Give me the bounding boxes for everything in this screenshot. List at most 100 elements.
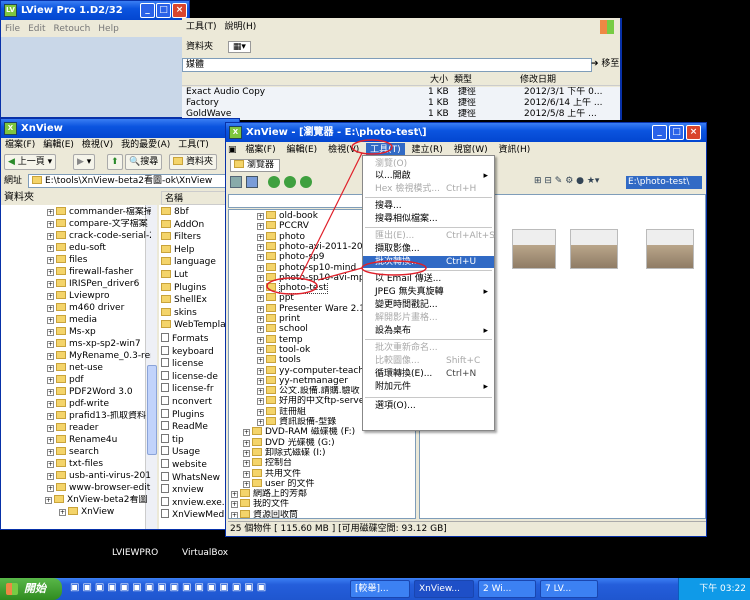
tree-item[interactable]: + txt-files: [47, 459, 151, 470]
expand-toggle[interactable]: +: [47, 413, 54, 420]
expand-toggle[interactable]: +: [47, 449, 54, 456]
menu-help[interactable]: Help: [94, 22, 123, 36]
menu-retouch[interactable]: Retouch: [50, 22, 95, 36]
expand-toggle[interactable]: +: [257, 295, 264, 303]
expand-toggle[interactable]: +: [47, 269, 54, 276]
expand-toggle[interactable]: +: [47, 317, 54, 324]
menu-file[interactable]: 檔案(F): [241, 143, 279, 157]
tree-item[interactable]: + www-browser-edit: [47, 483, 151, 494]
move-button[interactable]: ➔ 移至: [588, 57, 620, 73]
explorer-address-bar[interactable]: 媒體: [182, 58, 592, 72]
expand-toggle[interactable]: +: [257, 305, 264, 313]
expand-toggle[interactable]: +: [257, 398, 264, 406]
folders-button[interactable]: 資料夾: [182, 38, 217, 56]
expand-toggle[interactable]: +: [47, 461, 54, 468]
close-button[interactable]: ×: [172, 3, 187, 18]
menu-view[interactable]: 檢視(V): [324, 143, 363, 157]
expand-toggle[interactable]: +: [243, 470, 250, 478]
expand-toggle[interactable]: +: [47, 485, 54, 492]
expand-toggle[interactable]: +: [243, 439, 250, 447]
size-column[interactable]: 大小: [430, 74, 448, 86]
menu-edit[interactable]: 編輯(E): [282, 143, 321, 157]
expand-toggle[interactable]: +: [257, 213, 264, 220]
view-icon[interactable]: ▦▾: [227, 41, 251, 53]
minimize-button[interactable]: _: [652, 125, 667, 140]
expand-toggle[interactable]: +: [47, 341, 54, 348]
expand-toggle[interactable]: +: [45, 497, 52, 504]
taskbar-button[interactable]: 7 LV...: [540, 580, 598, 598]
menu-favorites[interactable]: 我的最愛(A): [117, 138, 174, 152]
xnview-back-title-bar[interactable]: X XnView: [1, 119, 239, 138]
expand-toggle[interactable]: +: [257, 346, 264, 354]
expand-toggle[interactable]: +: [257, 223, 264, 231]
menu-item[interactable]: 搜尋相似檔案...: [363, 213, 494, 225]
expand-toggle[interactable]: +: [243, 449, 250, 457]
list-item[interactable]: GoldWave 1 KB 捷徑 2012/5/8 上午 ...: [186, 109, 620, 120]
menu-tools[interactable]: 工具(T): [182, 20, 221, 34]
type-column[interactable]: 類型: [454, 74, 472, 86]
up-icon[interactable]: [300, 176, 312, 188]
menu-item[interactable]: 變更時間戳記...: [363, 299, 494, 311]
refresh-icon[interactable]: [268, 176, 280, 188]
expand-toggle[interactable]: +: [243, 480, 250, 488]
back-icon[interactable]: [284, 176, 296, 188]
menu-item[interactable]: 搜尋...: [363, 200, 494, 212]
expand-toggle[interactable]: +: [231, 501, 238, 509]
thumbnail[interactable]: [512, 229, 556, 269]
slideshow-icon[interactable]: [246, 176, 258, 188]
tree-item[interactable]: + ms-xp-sp2-win7: [47, 339, 151, 350]
tree-item[interactable]: + XnView-beta2看圖: [45, 495, 149, 506]
tree-item[interactable]: + reader: [47, 423, 151, 434]
expand-toggle[interactable]: +: [47, 377, 54, 384]
clock[interactable]: 下午 03:22: [699, 584, 746, 594]
forward-button[interactable]: ▶ ▾: [73, 154, 96, 170]
maximize-button[interactable]: □: [156, 3, 171, 18]
expand-toggle[interactable]: +: [257, 254, 264, 262]
expand-toggle[interactable]: +: [257, 243, 264, 251]
expand-toggle[interactable]: +: [257, 233, 264, 241]
tree-item[interactable]: + PDF2Word 3.0: [47, 387, 151, 398]
taskbar-button[interactable]: XnView...: [414, 580, 474, 598]
expand-toggle[interactable]: +: [47, 437, 54, 444]
expand-toggle[interactable]: +: [257, 408, 264, 416]
tree-item[interactable]: + 資源回收筒: [231, 509, 415, 518]
expand-toggle[interactable]: +: [47, 245, 54, 252]
expand-toggle[interactable]: +: [47, 365, 54, 372]
expand-toggle[interactable]: +: [47, 257, 54, 264]
desktop-icon-virtualbox[interactable]: VirtualBox: [182, 548, 228, 558]
expand-toggle[interactable]: +: [257, 285, 264, 293]
up-folder-button[interactable]: ⬆: [107, 154, 123, 170]
tree-item[interactable]: + Rename4u: [47, 435, 151, 446]
tree-item[interactable]: + compare-文字檔案: [47, 219, 151, 230]
expand-toggle[interactable]: +: [243, 460, 250, 468]
taskbar-button[interactable]: [較舉]...: [350, 580, 410, 598]
tree-item[interactable]: + Lviewpro: [47, 291, 151, 302]
expand-toggle[interactable]: +: [47, 209, 54, 216]
tree-item[interactable]: + MyRename_0.3-ren: [47, 351, 151, 362]
search-button[interactable]: 🔍搜尋: [125, 154, 163, 170]
menu-help[interactable]: 說明(H): [221, 20, 261, 34]
tree-item[interactable]: + IRISPen_driver6: [47, 279, 151, 290]
desktop-icon-lviewpro[interactable]: LVIEWPRO: [112, 548, 158, 558]
back-button[interactable]: ◀ 上一頁 ▾: [4, 154, 57, 170]
list-item[interactable]: Exact Audio Copy 1 KB 捷徑 2012/3/1 下午 0...: [186, 87, 620, 98]
expand-toggle[interactable]: +: [47, 401, 54, 408]
tree-item[interactable]: + pdf-write: [47, 399, 151, 410]
tree-item[interactable]: + files: [47, 255, 151, 266]
path-input[interactable]: E:\photo-test\: [626, 176, 702, 189]
expand-toggle[interactable]: +: [47, 473, 54, 480]
menu-item[interactable]: JPEG 無失真旋轉 ▸: [363, 286, 494, 298]
tree-item[interactable]: + prafid13-抓取資料: [47, 411, 151, 422]
expand-toggle[interactable]: +: [47, 305, 54, 312]
menu-tools[interactable]: 工具(T): [174, 138, 213, 152]
expand-toggle[interactable]: +: [231, 511, 238, 518]
expand-toggle[interactable]: +: [47, 389, 54, 396]
menu-edit[interactable]: Edit: [24, 22, 49, 36]
expand-toggle[interactable]: +: [59, 509, 66, 516]
menu-item[interactable]: 設為桌布 ▸: [363, 325, 494, 337]
folders-button[interactable]: 資料夾: [169, 154, 218, 170]
taskbar-button[interactable]: 2 Wi...: [478, 580, 536, 598]
xnview-main-title-bar[interactable]: X XnView - [瀏覽器 - E:\photo-test\]: [226, 123, 706, 142]
tree-item[interactable]: + commander-檔案掃: [47, 207, 151, 218]
menu-file[interactable]: File: [1, 22, 24, 36]
